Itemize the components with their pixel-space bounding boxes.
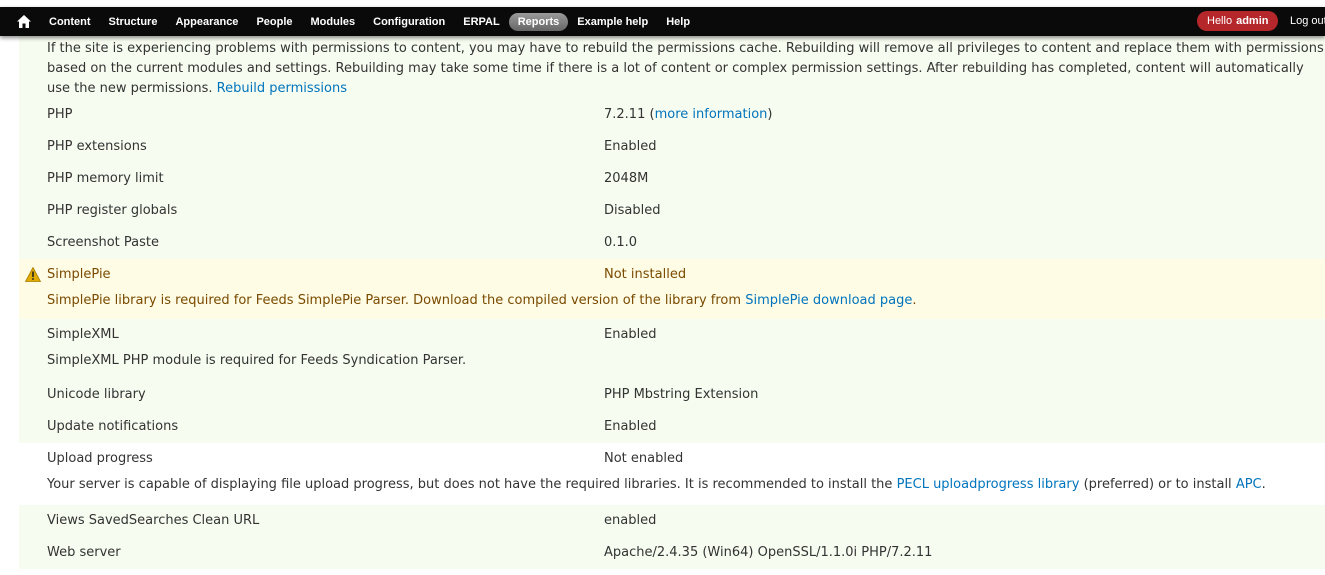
- menu-item-configuration[interactable]: Configuration: [364, 13, 454, 31]
- permissions-notice-row: If the site is experiencing problems wit…: [19, 36, 1325, 99]
- row-value: Apache/2.4.35 (Win64) OpenSSL/1.1.0i PHP…: [604, 545, 933, 560]
- row-title: SimpleXML: [47, 327, 119, 342]
- menu-item-structure[interactable]: Structure: [100, 13, 167, 31]
- row-value: Disabled: [604, 203, 661, 218]
- row-title: PHP extensions: [47, 139, 147, 154]
- row-title: SimplePie: [47, 267, 111, 282]
- row-title: PHP memory limit: [47, 171, 164, 186]
- status-row-simplexml: SimpleXML Enabled SimpleXML PHP module i…: [19, 319, 1325, 379]
- greeting-text: Hello: [1207, 15, 1233, 27]
- row-title: Unicode library: [47, 387, 146, 402]
- status-row-php: PHP 7.2.11 (more information): [19, 99, 1325, 131]
- status-row-upload-progress: Upload progress Not enabled Your server …: [19, 443, 1325, 505]
- status-row-simplepie: SimplePie Not installed SimplePie librar…: [19, 259, 1325, 319]
- status-row-php-memory-limit: PHP memory limit 2048M: [19, 163, 1325, 195]
- row-title: Views SavedSearches Clean URL: [47, 513, 260, 528]
- admin-toolbar: Content Structure Appearance People Modu…: [0, 7, 1325, 36]
- status-report-table: If the site is experiencing problems wit…: [19, 36, 1325, 569]
- status-row-unicode-library: Unicode library PHP Mbstring Extension: [19, 379, 1325, 411]
- user-badge[interactable]: Hello admin: [1197, 11, 1279, 31]
- row-description: SimplePie library is required for Feeds …: [47, 293, 917, 308]
- menu-item-reports[interactable]: Reports: [508, 12, 569, 31]
- pecl-uploadprogress-link[interactable]: PECL uploadprogress library: [897, 477, 1080, 492]
- more-information-link[interactable]: more information: [655, 107, 768, 122]
- menu-item-people[interactable]: People: [247, 13, 301, 31]
- menu-item-example-help[interactable]: Example help: [568, 13, 657, 31]
- warning-icon: [24, 266, 42, 282]
- menu-item-help[interactable]: Help: [657, 13, 699, 31]
- row-title: Screenshot Paste: [47, 235, 159, 250]
- row-title: Upload progress: [47, 451, 153, 466]
- apc-link[interactable]: APC: [1236, 477, 1262, 492]
- menu-item-modules[interactable]: Modules: [302, 13, 365, 31]
- row-value: 7.2.11 (more information): [604, 107, 773, 122]
- row-title: Update notifications: [47, 419, 179, 434]
- row-value: Not enabled: [604, 451, 684, 466]
- status-row-php-extensions: PHP extensions Enabled: [19, 131, 1325, 163]
- row-title: PHP register globals: [47, 203, 178, 218]
- menu-item-erpal[interactable]: ERPAL: [454, 13, 508, 31]
- status-row-web-server: Web server Apache/2.4.35 (Win64) OpenSSL…: [19, 537, 1325, 569]
- row-description: Your server is capable of displaying fil…: [47, 477, 1266, 492]
- status-row-views-clean-url: Views SavedSearches Clean URL enabled: [19, 505, 1325, 537]
- status-row-screenshot-paste: Screenshot Paste 0.1.0: [19, 227, 1325, 259]
- permissions-notice: If the site is experiencing problems wit…: [47, 41, 1324, 96]
- row-description: SimpleXML PHP module is required for Fee…: [47, 353, 467, 368]
- row-value: PHP Mbstring Extension: [604, 387, 759, 402]
- row-value: Enabled: [604, 327, 657, 342]
- toolbar-menu: Content Structure Appearance People Modu…: [40, 7, 699, 36]
- status-row-update-notifications: Update notifications Enabled: [19, 411, 1325, 443]
- row-value: Enabled: [604, 419, 657, 434]
- row-value: Not installed: [604, 267, 687, 282]
- home-icon[interactable]: [14, 13, 34, 29]
- row-value: enabled: [604, 513, 657, 528]
- username: admin: [1236, 15, 1269, 27]
- menu-item-appearance[interactable]: Appearance: [166, 13, 247, 31]
- row-value: 2048M: [604, 171, 649, 186]
- row-value: 0.1.0: [604, 235, 638, 250]
- simplepie-download-link[interactable]: SimplePie download page: [745, 293, 912, 308]
- status-row-php-register-globals: PHP register globals Disabled: [19, 195, 1325, 227]
- row-title: Web server: [47, 545, 121, 560]
- row-value: Enabled: [604, 139, 657, 154]
- rebuild-permissions-link[interactable]: Rebuild permissions: [217, 81, 347, 96]
- row-title: PHP: [47, 107, 73, 122]
- logout-link[interactable]: Log out: [1290, 15, 1325, 27]
- menu-item-content[interactable]: Content: [40, 13, 100, 31]
